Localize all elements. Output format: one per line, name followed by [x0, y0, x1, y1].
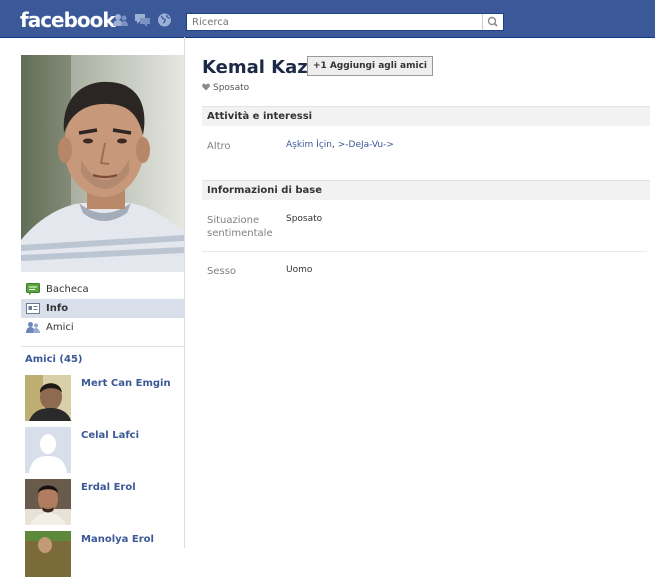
search-icon: [487, 16, 498, 27]
nav-item-info[interactable]: Info: [21, 299, 184, 318]
friends-box-title[interactable]: Amici (45): [25, 354, 82, 365]
add-friend-button[interactable]: +1 Aggiungi agli amici: [307, 56, 433, 76]
relationship-status: Sposato: [202, 83, 249, 93]
friend-avatar-placeholder[interactable]: [25, 427, 71, 473]
section-header-activities: Attività e interessi: [202, 106, 650, 126]
profile-nav: Bacheca Info Amici: [21, 280, 184, 337]
top-bar: facebook: [0, 0, 655, 38]
friend-item[interactable]: Mert Can Emgin: [25, 375, 185, 423]
friend-requests-icon[interactable]: [113, 13, 128, 27]
friends-icon: [26, 322, 40, 333]
field-label-other: Altro: [207, 141, 231, 152]
add-friend-label: Aggiungi agli amici: [329, 61, 427, 71]
friend-name[interactable]: Erdal Erol: [81, 482, 136, 493]
friend-name[interactable]: Manolya Erol: [81, 534, 154, 545]
nav-item-bacheca[interactable]: Bacheca: [21, 280, 184, 299]
field-value-sex: Uomo: [286, 265, 313, 275]
friend-name[interactable]: Mert Can Emgin: [81, 378, 171, 389]
interest-link[interactable]: >-DeJa-Vu->: [338, 140, 394, 150]
nav-label-amici: Amici: [46, 322, 74, 333]
search-button[interactable]: [482, 14, 503, 30]
friend-name[interactable]: Celal Lafci: [81, 430, 139, 441]
nav-label-bacheca: Bacheca: [46, 284, 89, 295]
heart-icon: [202, 83, 210, 91]
friend-avatar[interactable]: [25, 531, 71, 577]
nav-item-amici[interactable]: Amici: [21, 318, 184, 337]
section-header-basic-info: Informazioni di base: [202, 180, 650, 200]
relationship-status-text: Sposato: [213, 83, 250, 93]
info-card-icon: [26, 303, 40, 314]
search-input[interactable]: [187, 14, 484, 30]
notifications-globe-icon[interactable]: [157, 13, 172, 27]
nav-label-info: Info: [46, 303, 69, 314]
field-value-relationship: Sposato: [286, 214, 323, 224]
messages-icon[interactable]: [135, 13, 150, 27]
sidebar-divider: [21, 346, 184, 347]
field-label-sex: Sesso: [207, 266, 237, 277]
friend-item[interactable]: Erdal Erol: [25, 479, 185, 527]
row-divider: [202, 251, 647, 252]
friend-avatar[interactable]: [25, 375, 71, 421]
wall-icon: [26, 283, 40, 296]
add-friend-icon: +1: [313, 61, 327, 71]
profile-name: Kemal Kaz: [202, 57, 308, 78]
friend-item[interactable]: Celal Lafci: [25, 427, 185, 475]
column-divider: [184, 37, 185, 548]
search-box[interactable]: [186, 13, 504, 31]
field-value-other: Aşkim İçin, >-DeJa-Vu->: [286, 140, 394, 150]
profile-picture[interactable]: [21, 55, 184, 272]
facebook-logo[interactable]: facebook: [20, 8, 116, 32]
friend-item[interactable]: Manolya Erol: [25, 531, 185, 579]
friend-avatar[interactable]: [25, 479, 71, 525]
interest-link[interactable]: Aşkim İçin: [286, 140, 332, 150]
field-label-relationship: Situazione sentimentale: [207, 215, 273, 239]
